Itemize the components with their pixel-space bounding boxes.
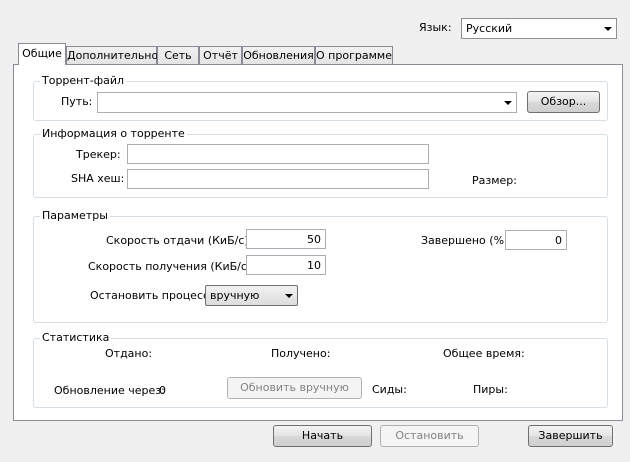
torrent-file-title: Торрент-файл [40,74,127,88]
language-label: Язык: [419,21,452,34]
tab-advanced[interactable]: Дополнительно [66,46,158,64]
path-label: Путь: [61,95,93,108]
completed-field[interactable]: 0 [505,230,567,250]
language-select[interactable]: Русский [461,18,617,39]
tracker-label: Трекер: [76,148,121,161]
size-label: Размер: [472,174,517,187]
chevron-down-icon [604,27,612,31]
download-speed-label: Скорость получения (КиБ/с): [88,260,255,273]
params-title: Параметры [40,209,110,223]
tab-about[interactable]: О программе [315,46,393,64]
sha-label: SHA хеш: [71,172,125,185]
uploaded-label: Отдано: [105,347,153,360]
received-label: Получено: [271,347,331,360]
tab-general[interactable]: Общие [18,43,66,65]
finish-button[interactable]: Завершить [528,425,613,447]
stop-process-label: Остановить процесс [90,289,210,302]
stop-process-value: вручную [210,289,260,302]
stats-title: Статистика [40,331,112,345]
tab-panel: Торрент-файл Путь: Обзор... Информация о… [13,64,623,421]
completed-label: Завершено (%) [421,234,509,247]
tab-updates[interactable]: Обновления [242,46,315,64]
upload-speed-field[interactable]: 50 [246,229,326,249]
peers-label: Пиры: [473,383,508,396]
tracker-field[interactable] [127,144,429,164]
seeds-label: Сиды: [372,383,407,396]
upload-speed-label: Скорость отдачи (КиБ/с): [106,234,253,247]
update-in-label: Обновление через: [54,384,165,397]
start-button[interactable]: Начать [273,425,372,447]
tab-network[interactable]: Сеть [157,46,199,64]
update-in-value: 0 [159,384,166,397]
update-manually-button[interactable]: Обновить вручную [227,377,362,399]
total-time-label: Общее время: [443,347,525,360]
stop-process-select[interactable]: вручную [205,285,298,306]
sha-field[interactable] [127,169,429,189]
tab-report[interactable]: Отчёт [199,46,242,64]
download-speed-field[interactable]: 10 [246,255,326,275]
chevron-down-icon [285,294,293,298]
torrent-info-title: Информация о торренте [40,127,187,141]
stop-button[interactable]: Остановить [380,425,479,447]
language-value: Русский [466,22,513,35]
browse-button[interactable]: Обзор... [527,91,600,113]
chevron-down-icon [504,101,512,105]
path-select[interactable] [97,92,517,113]
